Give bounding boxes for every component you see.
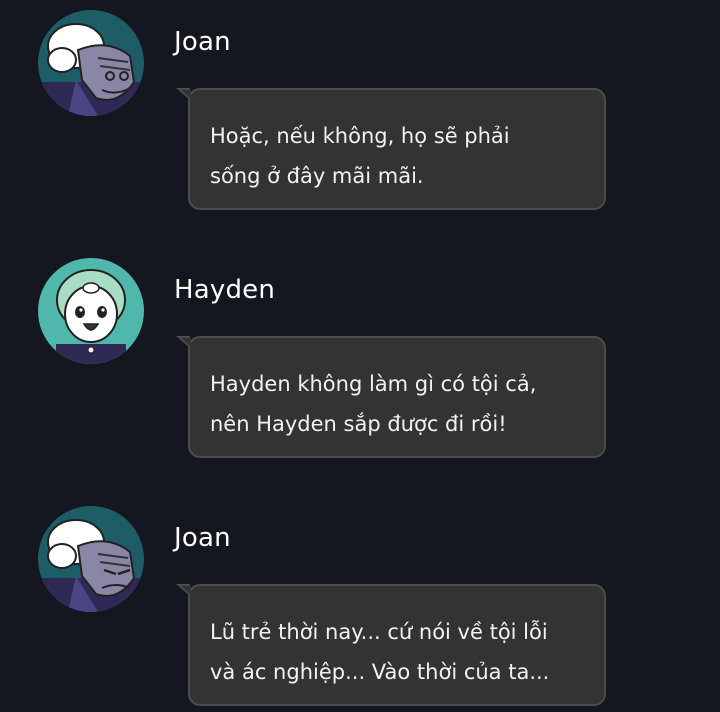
dialogue-line: Hayden không làm gì có tội cả, (210, 372, 537, 396)
speech-bubble: Hayden không làm gì có tội cả, nên Hayde… (176, 336, 606, 458)
dialogue-line: Hoặc, nếu không, họ sẽ phải (210, 124, 510, 148)
speaker-name: Joan (174, 27, 231, 57)
hayden-avatar-icon (38, 258, 144, 364)
joan-avatar-icon (38, 506, 144, 612)
speaker-name: Joan (174, 523, 231, 553)
dialogue-line: nên Hayden sắp được đi rồi! (210, 412, 507, 436)
dialogue-line: và ác nghiệp... Vào thời của ta... (210, 660, 550, 684)
dialogue-line: Lũ trẻ thời nay... cứ nói về tội lỗi (210, 620, 548, 644)
dialogue-line: sống ở đây mãi mãi. (210, 164, 424, 188)
joan-avatar-icon (38, 10, 144, 116)
speech-bubble: Hoặc, nếu không, họ sẽ phải sống ở đây m… (176, 88, 606, 210)
speaker-name: Hayden (174, 275, 276, 305)
speech-bubble: Lũ trẻ thời nay... cứ nói về tội lỗi và … (176, 584, 606, 706)
chat-log: { "messages": [ { "speaker": "Joan", "av… (0, 0, 720, 712)
